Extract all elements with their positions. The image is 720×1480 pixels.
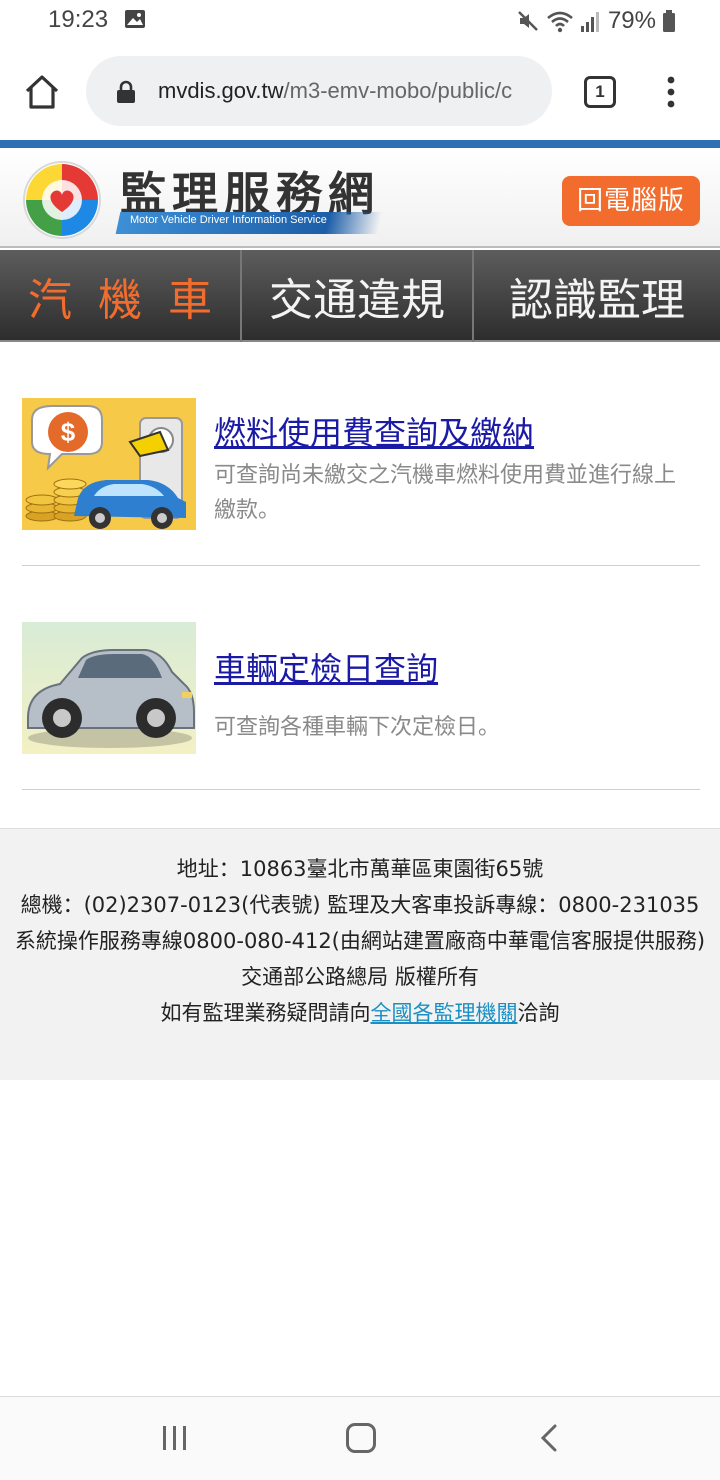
image-icon: [125, 10, 145, 28]
footer-copyright: 交通部公路總局 版權所有: [241, 965, 479, 989]
site-header: 監理服務網 Motor Vehicle Driver Information S…: [0, 148, 720, 248]
nav-item-about[interactable]: 認識監理: [472, 250, 720, 342]
wifi-icon: [547, 11, 573, 33]
address-bar[interactable]: mvdis.gov.tw/m3-emv-mobo/public/c: [86, 56, 552, 126]
system-nav-bar: [0, 1396, 720, 1480]
accent-line: [0, 140, 720, 148]
back-icon[interactable]: [538, 1423, 560, 1453]
signal-icon: [580, 12, 599, 32]
fuel-fee-link[interactable]: 燃料使用費查詢及繳納: [214, 408, 534, 454]
nav-item-traffic-violations[interactable]: 交通違規: [240, 250, 472, 342]
inspection-date-thumbnail[interactable]: [22, 622, 196, 754]
recent-apps-icon[interactable]: [160, 1425, 190, 1451]
lock-icon: [117, 80, 135, 103]
footer-contact-suffix: 洽詢: [517, 1001, 560, 1025]
desktop-version-button[interactable]: 回電腦版: [562, 176, 700, 226]
inspection-date-link[interactable]: 車輛定檢日查詢: [214, 644, 438, 690]
url-path: /m3-emv-mobo/public/c: [283, 78, 513, 103]
svg-text:$: $: [61, 417, 76, 447]
mute-icon: [518, 11, 538, 31]
browser-toolbar: mvdis.gov.tw/m3-emv-mobo/public/c 1: [0, 42, 720, 140]
url-domain: mvdis.gov.tw: [158, 78, 284, 103]
status-time: 19:23: [48, 6, 109, 33]
url-text: mvdis.gov.tw/m3-emv-mobo/public/c: [158, 78, 512, 104]
footer-support: 系統操作服務專線0800-080-412(由網站建置廠商中華電信客服提供服務): [14, 929, 706, 953]
fuel-fee-description: 可查詢尚未繳交之汽機車燃料使用費並進行線上繳款。: [214, 463, 677, 523]
status-bar: 19:23 79%: [0, 0, 720, 42]
inspection-date-description: 可查詢各種車輛下次定檢日。: [214, 715, 501, 740]
system-home-icon[interactable]: [346, 1423, 376, 1453]
more-options-icon[interactable]: [660, 72, 682, 112]
battery-icon: [663, 10, 675, 32]
footer-address: 地址：10863臺北市萬華區東園街65號: [176, 857, 544, 881]
status-icons: 79%: [516, 6, 676, 36]
site-subtitle: Motor Vehicle Driver Information Service: [130, 214, 327, 226]
footer-phone: 總機：(02)2307-0123(代表號) 監理及大客車投訴專線：0800-23…: [20, 893, 700, 917]
main-nav: 汽機車 交通違規 認識監理: [0, 250, 720, 342]
service-item-fuel-fee: $ 燃料使用費查詢及繳納 可查詢尚未繳交之汽機車燃料使用費並進行線上繳款。: [22, 398, 700, 566]
fuel-fee-thumbnail[interactable]: $: [22, 398, 196, 530]
footer-contact: 如有監理業務疑問請向全國各監理機關洽詢: [0, 995, 720, 1031]
footer-contact-prefix: 如有監理業務疑問請向: [160, 1001, 371, 1025]
nav-item-vehicles[interactable]: 汽機車: [0, 250, 240, 342]
home-icon[interactable]: [22, 72, 62, 112]
site-logo-icon[interactable]: [22, 160, 102, 240]
tab-switcher-button[interactable]: 1: [584, 76, 616, 108]
site-footer: 地址：10863臺北市萬華區東園街65號 總機：(02)2307-0123(代表…: [0, 828, 720, 1080]
service-item-inspection-date: 車輛定檢日查詢 可查詢各種車輛下次定檢日。: [22, 622, 700, 790]
battery-percentage: 79%: [607, 7, 656, 34]
footer-contact-link[interactable]: 全國各監理機關: [371, 1001, 518, 1025]
